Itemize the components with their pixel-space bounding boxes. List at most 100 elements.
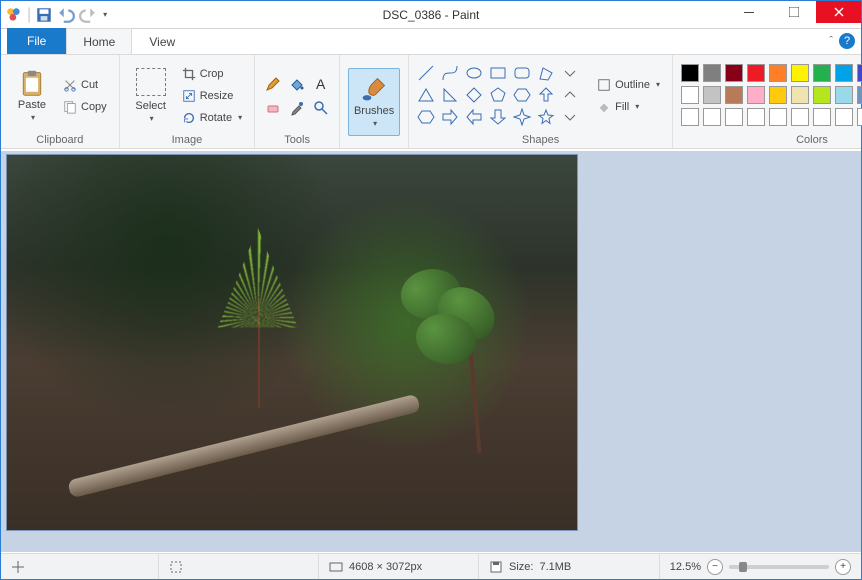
color-swatch[interactable] (747, 64, 765, 82)
shape-polygon-icon[interactable] (537, 64, 555, 82)
shape-arrow-up-icon[interactable] (537, 86, 555, 104)
fill-dropdown-icon[interactable]: ▾ (635, 102, 639, 111)
shape-star5-icon[interactable] (537, 108, 555, 126)
color-swatch[interactable] (813, 64, 831, 82)
shape-arrow-left-icon[interactable] (465, 108, 483, 126)
shape-scroll-up-icon[interactable] (561, 86, 579, 104)
outline-label: Outline (615, 79, 650, 91)
view-tab[interactable]: View (132, 28, 192, 54)
color-swatch[interactable] (703, 64, 721, 82)
shape-arrow-right-icon[interactable] (441, 108, 459, 126)
shape-star4-icon[interactable] (513, 108, 531, 126)
window-controls (726, 1, 861, 28)
copy-label: Copy (81, 101, 107, 113)
shapes-gallery[interactable] (417, 64, 583, 128)
rotate-dropdown-icon[interactable]: ▾ (238, 113, 242, 122)
color-swatch[interactable] (769, 86, 787, 104)
zoom-slider-thumb[interactable] (739, 562, 747, 572)
copy-button[interactable]: Copy (59, 97, 111, 117)
color-swatch[interactable] (835, 108, 853, 126)
color-swatch[interactable] (681, 64, 699, 82)
color-swatch[interactable] (747, 108, 765, 126)
select-button[interactable]: Select ▾ (128, 62, 174, 130)
color-swatch[interactable] (681, 86, 699, 104)
text-tool-icon[interactable]: A (311, 74, 331, 94)
clipboard-group-label: Clipboard (36, 132, 83, 146)
shape-hex2-icon[interactable] (417, 108, 435, 126)
color-swatch[interactable] (769, 64, 787, 82)
close-button[interactable] (816, 1, 861, 23)
color-swatch[interactable] (703, 86, 721, 104)
shape-triangle-icon[interactable] (417, 86, 435, 104)
shape-roundrect-icon[interactable] (513, 64, 531, 82)
maximize-button[interactable] (771, 1, 816, 23)
resize-button[interactable]: Resize (178, 86, 246, 106)
pencil-tool-icon[interactable] (263, 74, 283, 94)
redo-icon[interactable] (79, 6, 97, 24)
color-swatch[interactable] (835, 64, 853, 82)
color-swatch[interactable] (725, 86, 743, 104)
shape-curve-icon[interactable] (441, 64, 459, 82)
eraser-tool-icon[interactable] (263, 98, 283, 118)
color-swatch[interactable] (769, 108, 787, 126)
color-swatch[interactable] (791, 108, 809, 126)
shape-fill-button[interactable]: Fill ▾ (593, 97, 664, 117)
paste-button[interactable]: Paste ▾ (9, 62, 55, 130)
undo-icon[interactable] (57, 6, 75, 24)
shape-pentagon-icon[interactable] (489, 86, 507, 104)
brushes-button[interactable]: Brushes ▾ (348, 68, 400, 136)
rotate-button[interactable]: Rotate ▾ (178, 108, 246, 128)
canvas-area[interactable] (1, 151, 861, 552)
color-swatch[interactable] (791, 64, 809, 82)
help-icon[interactable]: ? (839, 33, 855, 49)
color-swatch[interactable] (857, 64, 862, 82)
color-swatch[interactable] (857, 86, 862, 104)
clipboard-group: Paste ▾ Cut Copy Clipboard (1, 55, 120, 148)
outline-dropdown-icon[interactable]: ▾ (656, 80, 660, 89)
file-tab[interactable]: File (7, 28, 66, 54)
zoom-in-button[interactable]: + (835, 559, 851, 575)
minimize-button[interactable] (726, 1, 771, 23)
magnifier-tool-icon[interactable] (311, 98, 331, 118)
home-tab[interactable]: Home (66, 28, 132, 54)
qat-dropdown-icon[interactable]: ▾ (103, 10, 107, 19)
image-canvas[interactable] (7, 155, 577, 530)
crop-button[interactable]: Crop (178, 64, 246, 84)
color-swatch[interactable] (813, 108, 831, 126)
select-icon (136, 68, 166, 96)
fill-tool-icon[interactable] (287, 74, 307, 94)
shape-line-icon[interactable] (417, 64, 435, 82)
shape-scroll-down2-icon[interactable] (561, 108, 579, 126)
color-swatch[interactable] (747, 86, 765, 104)
brushes-label: Brushes (354, 105, 394, 117)
select-dropdown-icon[interactable]: ▾ (150, 114, 154, 123)
zoom-slider[interactable] (729, 565, 829, 569)
cut-button[interactable]: Cut (59, 75, 111, 95)
color-picker-tool-icon[interactable] (287, 98, 307, 118)
shape-hexagon-icon[interactable] (513, 86, 531, 104)
color-swatch[interactable] (725, 64, 743, 82)
shape-outline-button[interactable]: Outline ▾ (593, 75, 664, 95)
shape-right-triangle-icon[interactable] (441, 86, 459, 104)
shape-scroll-down-icon[interactable] (561, 64, 579, 82)
colors-group: Edit colors Colors (673, 55, 862, 148)
shape-diamond-icon[interactable] (465, 86, 483, 104)
color-swatch[interactable] (681, 108, 699, 126)
paste-dropdown-icon[interactable]: ▾ (31, 113, 35, 122)
color-swatch[interactable] (703, 108, 721, 126)
zoom-out-button[interactable]: − (707, 559, 723, 575)
shape-oval-icon[interactable] (465, 64, 483, 82)
save-icon[interactable] (35, 6, 53, 24)
shape-rect-icon[interactable] (489, 64, 507, 82)
color-swatch[interactable] (857, 108, 862, 126)
collapse-ribbon-icon[interactable]: ˆ (829, 35, 833, 47)
color-swatch[interactable] (835, 86, 853, 104)
color-swatch[interactable] (813, 86, 831, 104)
brushes-dropdown-icon[interactable]: ▾ (373, 119, 377, 128)
rotate-label: Rotate (200, 112, 232, 124)
color-swatch[interactable] (725, 108, 743, 126)
color-swatch[interactable] (791, 86, 809, 104)
shape-arrow-down-icon[interactable] (489, 108, 507, 126)
quick-access-toolbar: | ▾ (1, 6, 107, 24)
size-value: 7.1MB (539, 561, 571, 573)
